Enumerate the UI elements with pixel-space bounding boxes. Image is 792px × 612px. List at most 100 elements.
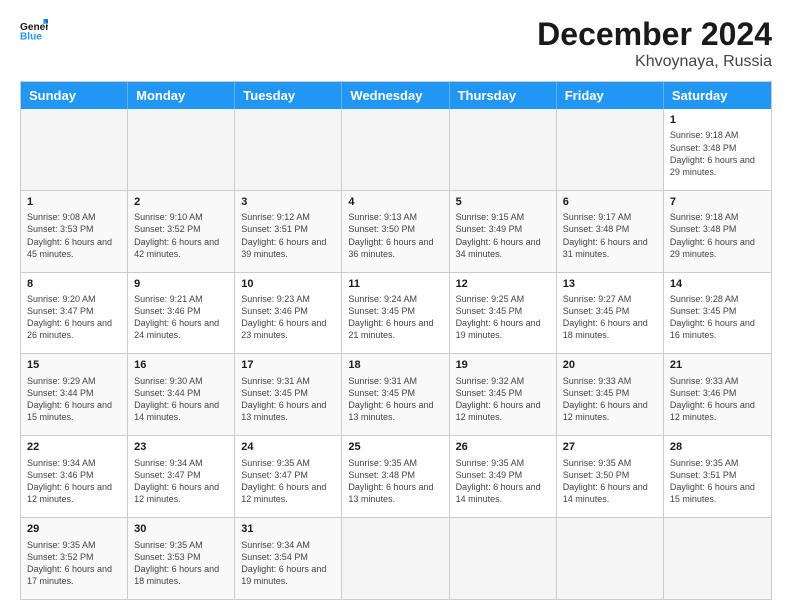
calendar-row-3: 15Sunrise: 9:29 AM Sunset: 3:44 PM Dayli… [21,353,771,435]
day-info: Sunrise: 9:12 AM Sunset: 3:51 PM Dayligh… [241,211,335,260]
day-cell-3: 3Sunrise: 9:12 AM Sunset: 3:51 PM Daylig… [235,191,342,272]
day-number: 11 [348,277,442,292]
day-cell-19: 19 Sunrise: 9:32 AM Sunset: 3:45 PM Dayli… [450,354,557,435]
day-header-wednesday: Wednesday [342,82,449,109]
day-number: 22 [27,440,121,455]
day-cell-26: 26 Sunrise: 9:35 AM Sunset: 3:49 PM Dayli… [450,436,557,517]
day-cell-empty [21,109,128,190]
calendar-row-1: 1Sunrise: 9:08 AM Sunset: 3:53 PM Daylig… [21,190,771,272]
day-number: 30 [134,522,228,537]
day-cell-22: 22 Sunrise: 9:34 AM Sunset: 3:46 PM Dayli… [21,436,128,517]
day-number: 14 [670,277,765,292]
day-number: 27 [563,440,657,455]
day-cell-31: 31Sunrise: 9:34 AM Sunset: 3:54 PM Dayli… [235,518,342,599]
day-cell-14: 14Sunrise: 9:28 AM Sunset: 3:45 PM Dayli… [664,273,771,354]
day-info: Sunrise: 9:31 AM Sunset: 3:45 PM Dayligh… [241,375,335,424]
day-number: 9 [134,277,228,292]
day-info: Sunrise: 9:15 AM Sunset: 3:49 PM Dayligh… [456,211,550,260]
day-number: 3 [241,195,335,210]
day-cell-28: 28 Sunrise: 9:35 AM Sunset: 3:51 PM Dayli… [664,436,771,517]
day-info: Sunrise: 9:35 AM Sunset: 3:47 PM Dayligh… [241,457,335,506]
day-header-tuesday: Tuesday [235,82,342,109]
day-cell-2: 2Sunrise: 9:10 AM Sunset: 3:52 PM Daylig… [128,191,235,272]
day-cell-empty [450,518,557,599]
day-cell-7: 7Sunrise: 9:18 AM Sunset: 3:48 PM Daylig… [664,191,771,272]
day-info: Sunrise: 9:18 AM Sunset: 3:48 PM Dayligh… [670,129,765,178]
day-cell-30: 30 Sunrise: 9:35 AM Sunset: 3:53 PM Dayli… [128,518,235,599]
day-cell-1: 1Sunrise: 9:08 AM Sunset: 3:53 PM Daylig… [21,191,128,272]
day-info: Sunrise: 9:34 AM Sunset: 3:46 PM Dayligh… [27,457,121,506]
day-info: Sunrise: 9:17 AM Sunset: 3:48 PM Dayligh… [563,211,657,260]
day-info: Sunrise: 9:27 AM Sunset: 3:45 PM Dayligh… [563,293,657,342]
day-info: Sunrise: 9:34 AM Sunset: 3:54 PM Dayligh… [241,539,335,588]
day-number: 19 [456,358,550,373]
day-cell-18: 18 Sunrise: 9:31 AM Sunset: 3:45 PM Dayli… [342,354,449,435]
day-info: Sunrise: 9:35 AM Sunset: 3:51 PM Dayligh… [670,457,765,506]
day-cell-10: 10Sunrise: 9:23 AM Sunset: 3:46 PM Dayli… [235,273,342,354]
day-number: 4 [348,195,442,210]
day-info: Sunrise: 9:35 AM Sunset: 3:50 PM Dayligh… [563,457,657,506]
day-cell-11: 11Sunrise: 9:24 AM Sunset: 3:45 PM Dayli… [342,273,449,354]
day-cell-empty [450,109,557,190]
day-cell-empty [342,109,449,190]
day-header-thursday: Thursday [450,82,557,109]
day-cell-25: 25 Sunrise: 9:35 AM Sunset: 3:48 PM Dayli… [342,436,449,517]
day-number: 29 [27,522,121,537]
header: General Blue December 2024 Khvoynaya, Ru… [20,16,772,71]
day-number: 18 [348,358,442,373]
day-info: Sunrise: 9:32 AM Sunset: 3:45 PM Dayligh… [456,375,550,424]
calendar-row-2: 8Sunrise: 9:20 AM Sunset: 3:47 PM Daylig… [21,272,771,354]
day-info: Sunrise: 9:35 AM Sunset: 3:48 PM Dayligh… [348,457,442,506]
day-number: 24 [241,440,335,455]
day-info: Sunrise: 9:31 AM Sunset: 3:45 PM Dayligh… [348,375,442,424]
day-info: Sunrise: 9:24 AM Sunset: 3:45 PM Dayligh… [348,293,442,342]
calendar-header: SundayMondayTuesdayWednesdayThursdayFrid… [21,82,771,109]
calendar-row-5: 29 Sunrise: 9:35 AM Sunset: 3:52 PM Dayli… [21,517,771,599]
day-info: Sunrise: 9:13 AM Sunset: 3:50 PM Dayligh… [348,211,442,260]
day-cell-8: 8Sunrise: 9:20 AM Sunset: 3:47 PM Daylig… [21,273,128,354]
day-cell-13: 13Sunrise: 9:27 AM Sunset: 3:45 PM Dayli… [557,273,664,354]
day-number: 13 [563,277,657,292]
day-number: 23 [134,440,228,455]
day-info: Sunrise: 9:33 AM Sunset: 3:45 PM Dayligh… [563,375,657,424]
day-cell-15: 15Sunrise: 9:29 AM Sunset: 3:44 PM Dayli… [21,354,128,435]
day-cell-9: 9Sunrise: 9:21 AM Sunset: 3:46 PM Daylig… [128,273,235,354]
day-info: Sunrise: 9:30 AM Sunset: 3:44 PM Dayligh… [134,375,228,424]
day-header-sunday: Sunday [21,82,128,109]
generalblue-logo-icon: General Blue [20,16,48,44]
day-number: 8 [27,277,121,292]
day-number: 1 [670,113,765,128]
day-cell-20: 20Sunrise: 9:33 AM Sunset: 3:45 PM Dayli… [557,354,664,435]
logo: General Blue [20,16,48,44]
day-info: Sunrise: 9:35 AM Sunset: 3:49 PM Dayligh… [456,457,550,506]
calendar-row-0: 1Sunrise: 9:18 AM Sunset: 3:48 PM Daylig… [21,109,771,190]
day-cell-empty [235,109,342,190]
day-number: 7 [670,195,765,210]
day-number: 12 [456,277,550,292]
day-info: Sunrise: 9:35 AM Sunset: 3:53 PM Dayligh… [134,539,228,588]
day-number: 6 [563,195,657,210]
day-number: 16 [134,358,228,373]
day-header-friday: Friday [557,82,664,109]
title-block: December 2024 Khvoynaya, Russia [537,16,772,71]
day-number: 25 [348,440,442,455]
day-cell-empty [557,518,664,599]
day-number: 28 [670,440,765,455]
day-info: Sunrise: 9:10 AM Sunset: 3:52 PM Dayligh… [134,211,228,260]
day-info: Sunrise: 9:08 AM Sunset: 3:53 PM Dayligh… [27,211,121,260]
day-cell-27: 27 Sunrise: 9:35 AM Sunset: 3:50 PM Dayli… [557,436,664,517]
day-cell-24: 24 Sunrise: 9:35 AM Sunset: 3:47 PM Dayli… [235,436,342,517]
day-info: Sunrise: 9:34 AM Sunset: 3:47 PM Dayligh… [134,457,228,506]
day-cell-5: 5Sunrise: 9:15 AM Sunset: 3:49 PM Daylig… [450,191,557,272]
day-info: Sunrise: 9:28 AM Sunset: 3:45 PM Dayligh… [670,293,765,342]
calendar-row-4: 22 Sunrise: 9:34 AM Sunset: 3:46 PM Dayli… [21,435,771,517]
day-number: 21 [670,358,765,373]
day-info: Sunrise: 9:35 AM Sunset: 3:52 PM Dayligh… [27,539,121,588]
day-number: 26 [456,440,550,455]
day-info: Sunrise: 9:29 AM Sunset: 3:44 PM Dayligh… [27,375,121,424]
day-cell-6: 6Sunrise: 9:17 AM Sunset: 3:48 PM Daylig… [557,191,664,272]
day-number: 10 [241,277,335,292]
day-cell-23: 23 Sunrise: 9:34 AM Sunset: 3:47 PM Dayli… [128,436,235,517]
day-cell-21: 21Sunrise: 9:33 AM Sunset: 3:46 PM Dayli… [664,354,771,435]
subtitle: Khvoynaya, Russia [537,53,772,71]
